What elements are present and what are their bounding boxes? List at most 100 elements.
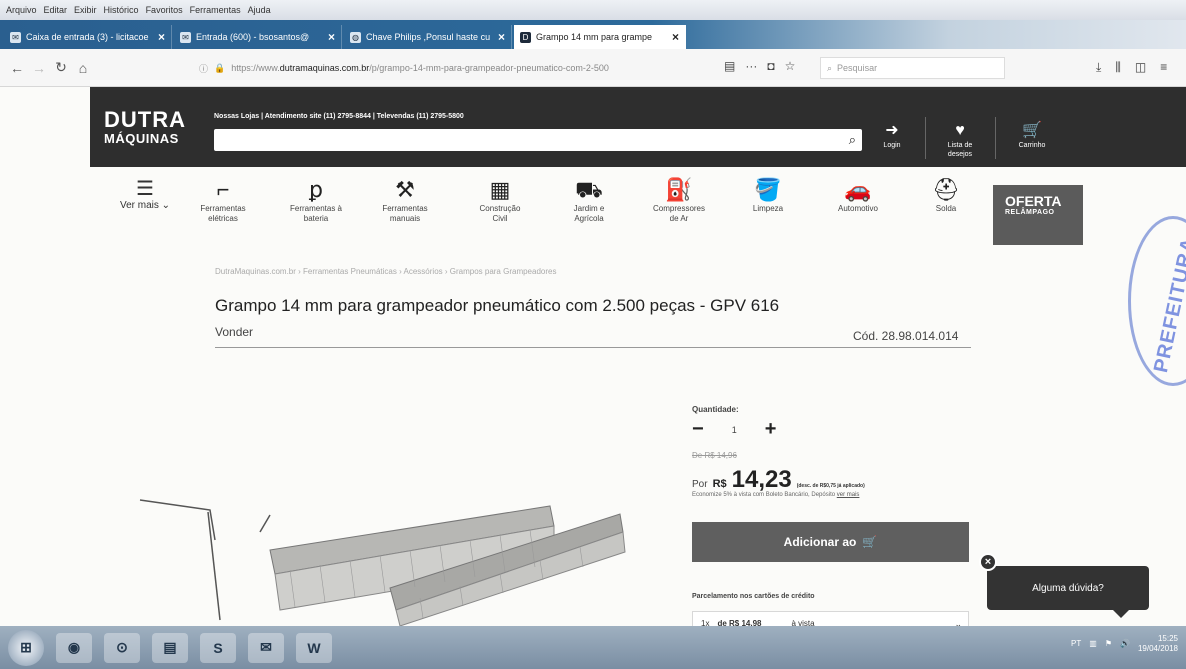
dutra-logo[interactable]: DUTRA MÁQUINAS xyxy=(104,109,186,146)
category-ferramentas-eletricas[interactable]: ⌐ Ferramentas elétricas xyxy=(180,176,266,224)
add-to-cart-button[interactable]: Adicionar ao 🛒 xyxy=(692,522,969,562)
quantity-input[interactable]: 1 xyxy=(732,425,737,435)
mail-icon: ✉ xyxy=(180,31,191,43)
more-actions-icon[interactable]: ··· xyxy=(745,59,757,73)
price-value: 14,23 xyxy=(731,466,792,493)
cart-button[interactable]: 🛒 Carrinho xyxy=(1002,121,1062,151)
back-icon[interactable]: ← xyxy=(6,60,28,76)
menu-historico[interactable]: Histórico xyxy=(104,5,139,15)
installments-label: Parcelamento nos cartões de crédito xyxy=(692,593,815,600)
taskbar-app-icon[interactable]: ⊙ xyxy=(104,632,140,663)
taskbar-firefox-icon[interactable]: ◉ xyxy=(56,632,92,663)
menu-editar[interactable]: Editar xyxy=(44,5,68,15)
header-contact-links[interactable]: Nossas Lojas | Atendimento site (11) 279… xyxy=(214,113,464,120)
divider xyxy=(995,117,996,159)
category-compressores[interactable]: ⛽ Compressores de Ar xyxy=(636,176,722,224)
tab-grampo-active[interactable]: D Grampo 14 mm para grampe × xyxy=(514,25,686,49)
bricks-icon: ▦ xyxy=(489,177,511,202)
category-ferramentas-bateria[interactable]: ꝑ Ferramentas à bateria xyxy=(273,176,359,224)
close-icon[interactable]: × xyxy=(158,30,165,44)
category-limpeza[interactable]: 🪣 Limpeza xyxy=(725,176,811,214)
chat-close-button[interactable]: × xyxy=(979,553,997,571)
tab-title: Chave Philips ,Ponsul haste cu xyxy=(366,32,491,42)
site-search-input[interactable]: ⌕ xyxy=(214,129,862,151)
ver-mais-link[interactable]: ver mais xyxy=(837,492,860,498)
page-actions: ▤ ··· ◘ ☆ xyxy=(724,59,795,73)
category-jardim-agricola[interactable]: ⛟ Jardim e Agrícola xyxy=(546,176,632,224)
mower-icon: ⛟ xyxy=(575,177,603,202)
url-text: https://www.dutramaquinas.com.br/p/gramp… xyxy=(231,63,609,73)
screen: Arquivo Editar Exibir Histórico Favorito… xyxy=(0,0,1186,669)
login-button[interactable]: ➜ Login xyxy=(862,121,922,151)
category-construcao-civil[interactable]: ▦ Construção Civil xyxy=(457,176,543,224)
product-brand[interactable]: Vonder xyxy=(215,325,253,339)
globe-icon: ◍ xyxy=(350,31,361,43)
price: Por R$ 14,23 (desc. de R$0,75 já aplicad… xyxy=(692,466,865,493)
taskbar-skype-icon[interactable]: S xyxy=(200,632,236,663)
reload-icon[interactable]: ↻ xyxy=(50,59,72,76)
ver-mais-button[interactable]: ☰ Ver mais ⌄ xyxy=(110,178,180,211)
volume-icon[interactable]: 🔊 xyxy=(1120,639,1130,648)
network-icon[interactable]: ▥ xyxy=(1089,639,1097,648)
drill-icon: ⌐ xyxy=(216,177,230,202)
flag-icon[interactable]: ⚑ xyxy=(1105,639,1112,648)
tab-email-entrada[interactable]: ✉ Entrada (600) - bsosantos@ × xyxy=(174,25,342,49)
system-tray: PT ▥ ⚑ 🔊 15:25 19/04/2018 xyxy=(1071,634,1178,653)
increase-quantity-button[interactable]: + xyxy=(765,418,777,441)
heart-icon: ♥ xyxy=(955,122,965,139)
dutra-favicon-icon: D xyxy=(520,31,531,43)
sidebar-icon[interactable]: ◫ xyxy=(1135,60,1146,75)
menu-ajuda[interactable]: Ajuda xyxy=(248,5,271,15)
star-icon[interactable]: ☆ xyxy=(785,59,796,73)
menu-exibir[interactable]: Exibir xyxy=(74,5,97,15)
chat-widget[interactable]: Alguma dúvida? xyxy=(987,566,1149,618)
browser-menubar: Arquivo Editar Exibir Histórico Favorito… xyxy=(0,0,1186,20)
site-header: DUTRA MÁQUINAS Nossas Lojas | Atendiment… xyxy=(90,87,1186,167)
tab-email-inbox[interactable]: ✉ Caixa de entrada (3) - licitacoe × xyxy=(4,25,172,49)
home-icon[interactable]: ⌂ xyxy=(72,60,94,76)
quantity-label: Quantidade: xyxy=(692,405,739,414)
search-icon[interactable]: ⌕ xyxy=(849,132,856,148)
mail-icon: ✉ xyxy=(10,31,21,43)
quantity-stepper: − 1 + xyxy=(692,418,776,441)
category-solda[interactable]: ⛑ Solda xyxy=(903,176,989,214)
tab-title: Caixa de entrada (3) - licitacoe xyxy=(26,32,149,42)
reader-view-icon[interactable]: ▤ xyxy=(724,59,735,73)
start-button[interactable]: ⊞ xyxy=(8,629,44,666)
windows-taskbar: ⊞ ◉ ⊙ ▤ S ✉ W PT ▥ ⚑ 🔊 15:25 19/04/2018 xyxy=(0,626,1186,669)
clock[interactable]: 15:25 19/04/2018 xyxy=(1138,634,1178,653)
close-icon[interactable]: × xyxy=(672,30,679,44)
hand-tools-icon: ⚒ xyxy=(395,177,415,202)
wishlist-button[interactable]: ♥ Lista de desejos xyxy=(930,121,990,159)
old-price: De R$ 14,96 xyxy=(692,451,737,460)
oferta-relampago-banner[interactable]: OFERTA RELÂMPAGO xyxy=(993,185,1083,245)
close-icon[interactable]: × xyxy=(498,30,505,44)
product-code: Cód. 28.98.014.014 xyxy=(853,329,959,343)
download-icon[interactable]: ⤓ xyxy=(1096,60,1101,75)
taskbar-mail-icon[interactable]: ✉ xyxy=(248,632,284,663)
pocket-icon[interactable]: ◘ xyxy=(767,59,774,73)
divider xyxy=(925,117,926,159)
browser-search-input[interactable]: ⌕ Pesquisar xyxy=(820,57,1005,79)
battery-drill-icon: ꝑ xyxy=(309,177,323,202)
menu-arquivo[interactable]: Arquivo xyxy=(6,5,37,15)
category-automotivo[interactable]: 🚗 Automotivo xyxy=(815,176,901,214)
category-ferramentas-manuais[interactable]: ⚒ Ferramentas manuais xyxy=(362,176,448,224)
tab-title: Entrada (600) - bsosantos@ xyxy=(196,32,310,42)
forward-icon[interactable]: → xyxy=(28,60,50,76)
library-icon[interactable]: ⫼ xyxy=(1115,60,1121,75)
taskbar-word-icon[interactable]: W xyxy=(296,632,332,663)
menu-favoritos[interactable]: Favoritos xyxy=(146,5,183,15)
taskbar-explorer-icon[interactable]: ▤ xyxy=(152,632,188,663)
menu-ferramentas[interactable]: Ferramentas xyxy=(190,5,241,15)
menu-icon[interactable]: ≡ xyxy=(1160,60,1167,75)
decrease-quantity-button[interactable]: − xyxy=(692,418,704,441)
category-nav: ☰ Ver mais ⌄ ⌐ Ferramentas elétricas ꝑ Fe… xyxy=(90,170,1186,245)
browser-navbar: ← → ↻ ⌂ ⓘ 🔒 https://www.dutramaquinas.co… xyxy=(0,49,1186,87)
breadcrumb[interactable]: DutraMaquinas.com.br › Ferramentas Pneum… xyxy=(215,267,556,276)
tab-chave-philips[interactable]: ◍ Chave Philips ,Ponsul haste cu × xyxy=(344,25,512,49)
close-icon[interactable]: × xyxy=(328,30,335,44)
language-indicator[interactable]: PT xyxy=(1071,639,1081,648)
tab-title: Grampo 14 mm para grampe xyxy=(536,32,653,42)
address-bar[interactable]: ⓘ 🔒 https://www.dutramaquinas.com.br/p/g… xyxy=(195,57,710,79)
